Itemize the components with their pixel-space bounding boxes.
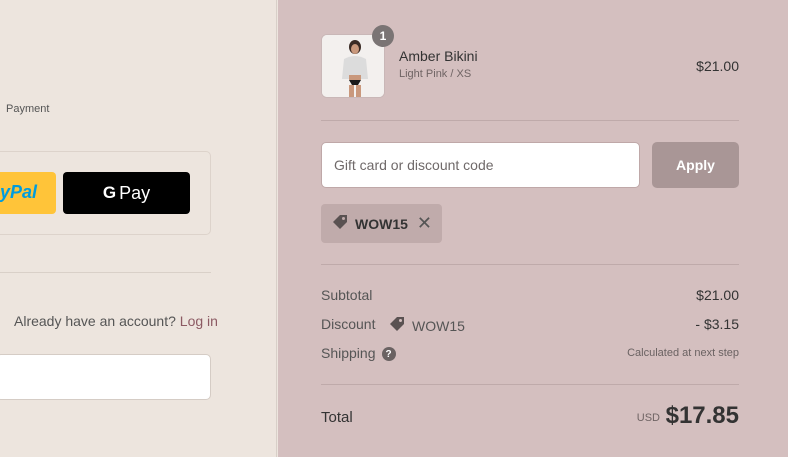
product-name: Amber Bikini — [399, 48, 478, 64]
checkout-form-panel: Payment yPal G Pay Already have an accou… — [0, 0, 277, 457]
total-label: Total — [321, 409, 353, 426]
divider — [321, 264, 739, 265]
divider — [321, 384, 739, 385]
discount-label: Discount — [321, 316, 376, 332]
order-summary-panel: 1 Amber Bikini Light Pink / XS $21.00 Ap… — [278, 0, 788, 457]
paypal-button[interactable]: yPal — [0, 172, 56, 214]
shipping-label: Shipping — [321, 345, 376, 361]
product-price: $21.00 — [696, 58, 739, 74]
discount-code-text: WOW15 — [412, 317, 465, 334]
product-variant: Light Pink / XS — [399, 68, 472, 80]
tag-icon — [331, 213, 349, 234]
shipping-row-label: Shipping? — [321, 345, 396, 362]
applied-discount-code: WOW15 — [355, 215, 408, 232]
account-prompt: Already have an account? Log in — [14, 313, 218, 329]
question-icon[interactable]: ? — [381, 347, 396, 362]
google-pay-label: Pay — [119, 182, 151, 203]
google-g-icon: G — [102, 183, 117, 202]
paypal-label: yPal — [0, 182, 38, 202]
tag-icon — [388, 315, 406, 336]
discount-code-input[interactable] — [321, 142, 640, 188]
discount-value: - $3.15 — [695, 316, 739, 332]
google-pay-button[interactable]: G Pay — [63, 172, 190, 214]
quantity-badge: 1 — [372, 25, 394, 47]
email-field[interactable] — [0, 354, 211, 400]
close-icon[interactable]: ✕ — [417, 213, 432, 234]
login-link[interactable]: Log in — [180, 313, 218, 329]
divider — [0, 272, 211, 273]
subtotal-label: Subtotal — [321, 287, 373, 303]
apply-button[interactable]: Apply — [652, 142, 739, 188]
shipping-value: Calculated at next step — [627, 347, 739, 359]
applied-discount-chip: WOW15 ✕ — [321, 204, 442, 243]
divider — [321, 120, 739, 121]
account-prompt-text: Already have an account? — [14, 313, 176, 329]
discount-code-display: WOW15 — [388, 315, 465, 336]
currency-code: USD — [636, 412, 660, 424]
total-value: $17.85 — [665, 402, 739, 429]
breadcrumb-payment[interactable]: Payment — [6, 103, 49, 115]
subtotal-value: $21.00 — [696, 287, 739, 303]
